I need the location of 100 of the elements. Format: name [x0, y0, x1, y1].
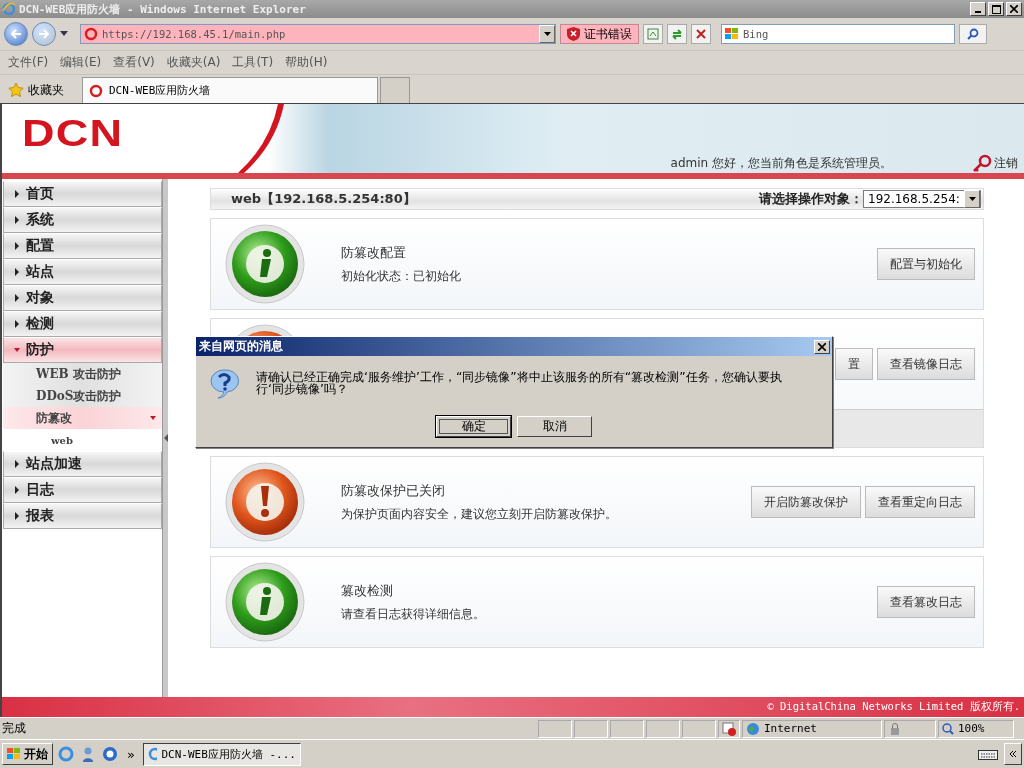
dialog-button[interactable]: 取消: [517, 416, 592, 437]
panel-title: web【192.168.5.254:80】: [231, 190, 417, 208]
maximize-icon: [991, 4, 1001, 14]
maximize-button[interactable]: [988, 2, 1004, 16]
sidebar-item[interactable]: 配置: [3, 233, 162, 259]
double-chevron-icon: [1009, 750, 1017, 758]
caret-icon: [14, 268, 20, 276]
star-icon: [8, 82, 24, 98]
window-title: DCN-WEB应用防火墙 - Windows Internet Explorer: [19, 1, 307, 17]
action-button[interactable]: 置: [835, 348, 873, 380]
sidebar-item[interactable]: 日志: [3, 477, 162, 503]
action-button[interactable]: 查看重定向日志: [865, 486, 975, 518]
browser-icon: [147, 747, 158, 761]
sidebar-item[interactable]: 检测: [3, 311, 162, 337]
dropdown-button[interactable]: [539, 25, 555, 43]
back-arrow-icon: [10, 28, 22, 40]
sidebar-subitem[interactable]: WEB 攻击防护: [3, 363, 162, 385]
info-icon: [225, 224, 305, 304]
menu-item[interactable]: 文件(F): [4, 54, 57, 71]
forward-arrow-icon: [38, 28, 50, 40]
stop-button[interactable]: [691, 24, 711, 44]
favorites-button[interactable]: 收藏夹: [4, 77, 68, 103]
status-pane: [646, 719, 680, 738]
key-icon: [972, 154, 992, 172]
sidebar-item[interactable]: 对象: [3, 285, 162, 311]
target-label: 请选择操作对象：: [759, 190, 863, 208]
site-icon: [84, 27, 98, 41]
menu-item[interactable]: 收藏夹(A): [162, 54, 229, 71]
address-field[interactable]: https://192.168.45.1/main.php: [80, 24, 556, 44]
sidebar-subitem[interactable]: DDoS攻击防护: [3, 385, 162, 407]
target-select[interactable]: 192.168.5.254:: [863, 190, 981, 208]
keyboard-icon[interactable]: [978, 748, 998, 760]
action-button[interactable]: 查看镜像日志: [877, 348, 975, 380]
site-icon: [89, 83, 103, 98]
back-button[interactable]: [4, 22, 28, 46]
sidebar-subitem[interactable]: 防篡改: [3, 407, 162, 429]
dialog-button[interactable]: 确定: [436, 416, 511, 437]
close-icon: [1010, 5, 1018, 13]
taskbar-button[interactable]: DCN-WEB应用防火墙 -...: [142, 742, 301, 766]
browser-tab[interactable]: DCN-WEB应用防火墙: [82, 77, 378, 103]
card-detail: 为保护页面内容安全，建议您立刻开启防篡改保护。: [341, 505, 618, 523]
sidebar-item[interactable]: 站点加速: [3, 451, 162, 477]
minimize-button[interactable]: [970, 2, 986, 16]
action-button[interactable]: 开启防篡改保护: [751, 486, 861, 518]
blocked-icon: [722, 721, 736, 736]
search-field[interactable]: Bing: [743, 28, 951, 40]
menu-item[interactable]: 工具(T): [228, 54, 282, 71]
info-icon: [225, 562, 305, 642]
status-pane: [574, 719, 608, 738]
sidebar-item[interactable]: 系统: [3, 207, 162, 233]
person-icon: [80, 746, 96, 762]
close-icon: [818, 342, 826, 351]
dropdown-icon[interactable]: [60, 31, 68, 37]
dialog-message: 请确认已经正确完成‘服务维护’工作，“同步镜像”将中止该服务的所有“篡改检测”任务，您确认要执行‘同步镜像’吗？: [256, 368, 783, 398]
card-title: 篡改检测: [341, 581, 394, 600]
caret-icon: [14, 190, 20, 198]
collapse-tray-button[interactable]: [1004, 743, 1022, 765]
status-pane: [538, 719, 572, 738]
sidebar-item[interactable]: 防护: [3, 337, 162, 363]
caret-icon: [543, 32, 551, 36]
windows-flag-icon: [7, 748, 21, 760]
sidebar-item[interactable]: 首页: [3, 181, 162, 207]
circle-icon: [102, 746, 118, 762]
stop-icon: [696, 29, 706, 39]
browser-icon: [58, 746, 74, 762]
logout-link[interactable]: 注销: [972, 154, 1018, 172]
card-title: 防篡改配置: [341, 243, 407, 262]
caret-icon: [14, 320, 20, 328]
menu-item[interactable]: 编辑(E): [56, 54, 110, 71]
refresh-button[interactable]: [667, 24, 687, 44]
search-icon: [967, 28, 979, 40]
status-pane: [610, 719, 644, 738]
certificate-error-button[interactable]: 证书错误: [560, 24, 639, 44]
address-text: https://192.168.45.1/main.php: [102, 28, 287, 40]
caret-icon: [14, 512, 20, 520]
copyright-text: © DigitalChina Networks Limited 版权所有.: [767, 700, 1020, 714]
collapse-arrow-icon[interactable]: [163, 434, 168, 442]
start-button[interactable]: 开始: [2, 743, 53, 765]
search-button[interactable]: [959, 24, 987, 44]
search-box[interactable]: Bing: [721, 24, 955, 44]
card-detail: 请查看日志获得详细信息。: [341, 605, 486, 623]
logo: DCN: [22, 116, 124, 152]
caret-icon: [14, 294, 20, 302]
zoom-icon: [942, 722, 954, 735]
circle-button[interactable]: [101, 745, 119, 763]
menu-item[interactable]: 查看(V): [109, 54, 163, 71]
shield-icon: [567, 27, 580, 41]
close-button[interactable]: [1006, 2, 1022, 16]
sidebar-item[interactable]: 报表: [3, 503, 162, 529]
action-button[interactable]: 配置与初始化: [877, 248, 975, 280]
more-button[interactable]: »: [123, 746, 139, 762]
zone-text: Internet: [764, 722, 817, 735]
menu-item[interactable]: 帮助(H): [281, 54, 336, 71]
action-button[interactable]: 查看篡改日志: [877, 586, 975, 618]
browser-icon: [2, 2, 16, 16]
status-pane: [682, 719, 716, 738]
sidebar-item[interactable]: 站点: [3, 259, 162, 285]
close-button[interactable]: [814, 339, 830, 354]
caret-icon: [14, 486, 20, 494]
caret-icon: [14, 346, 20, 354]
